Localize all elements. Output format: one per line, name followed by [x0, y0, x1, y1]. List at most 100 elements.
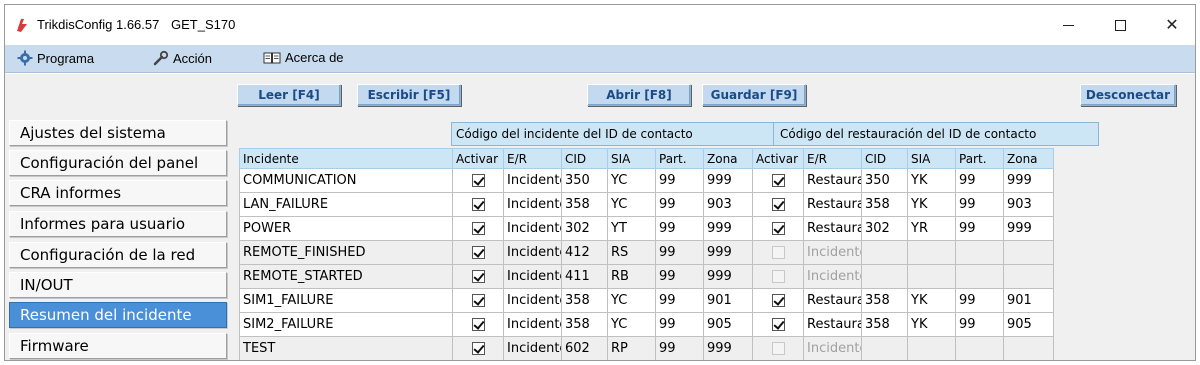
cell-er-rest[interactable]: Restauración	[803, 216, 862, 241]
sidebar-item-configuracion-panel[interactable]: Configuración del panel	[9, 150, 227, 176]
cell-activar[interactable]	[452, 216, 504, 241]
cell-sia[interactable]: YC	[607, 288, 656, 313]
menu-programa[interactable]: Programa	[17, 50, 94, 66]
checkbox[interactable]	[771, 318, 785, 331]
cell-er[interactable]: Incidente	[503, 216, 562, 241]
table-row[interactable]: POWERIncidente302YT99999Restauración302Y…	[239, 216, 1054, 241]
checkbox[interactable]	[471, 246, 485, 259]
cell-sia-rest[interactable]: YK	[907, 168, 956, 193]
sidebar-item-in-out[interactable]: IN/OUT	[9, 272, 227, 298]
checkbox[interactable]	[771, 198, 785, 211]
cell-zona-rest[interactable]: 905	[1003, 312, 1054, 337]
cell-cid[interactable]: 412	[561, 240, 608, 265]
cell-er-rest[interactable]: Restauración	[803, 168, 862, 193]
cell-sia-rest[interactable]: YK	[907, 312, 956, 337]
checkbox[interactable]	[471, 174, 485, 187]
cell-sia[interactable]: YC	[607, 312, 656, 337]
open-button[interactable]: Abrir [F8]	[587, 84, 691, 106]
cell-cid[interactable]: 358	[561, 192, 608, 217]
checkbox[interactable]	[471, 294, 485, 307]
cell-activar-rest[interactable]	[752, 288, 804, 313]
cell-part[interactable]: 99	[655, 312, 704, 337]
cell-part-rest[interactable]: 99	[955, 192, 1004, 217]
cell-activar[interactable]	[452, 312, 504, 337]
checkbox[interactable]	[471, 270, 485, 283]
cell-zona-rest[interactable]: 903	[1003, 192, 1054, 217]
cell-er-rest[interactable]: Restauración	[803, 288, 862, 313]
menu-accion[interactable]: Acción	[153, 50, 212, 66]
cell-activar[interactable]	[452, 168, 504, 193]
cell-activar[interactable]	[452, 336, 504, 360]
cell-zona[interactable]: 999	[703, 240, 753, 265]
maximize-button[interactable]	[1095, 5, 1145, 45]
cell-part-rest[interactable]: 99	[955, 168, 1004, 193]
checkbox[interactable]	[471, 342, 485, 355]
cell-er[interactable]: Incidente	[503, 288, 562, 313]
cell-cid-rest[interactable]: 350	[861, 168, 908, 193]
table-row[interactable]: TEST Incidente 602 RP 99 999 Incidente	[239, 336, 1054, 360]
cell-part-rest[interactable]: 99	[955, 312, 1004, 337]
cell-cid[interactable]: 411	[561, 264, 608, 289]
cell-part[interactable]: 99	[655, 288, 704, 313]
table-row[interactable]: SIM1_FAILUREIncidente358YC99901Restaurac…	[239, 288, 1054, 313]
cell-activar-rest[interactable]	[752, 312, 804, 337]
cell-cid[interactable]: 358	[561, 288, 608, 313]
checkbox[interactable]	[471, 318, 485, 331]
cell-er[interactable]: Incidente	[503, 264, 562, 289]
sidebar-item-ajustes-sistema[interactable]: Ajustes del sistema	[9, 120, 227, 146]
cell-activar-rest[interactable]	[752, 192, 804, 217]
cell-zona[interactable]: 903	[703, 192, 753, 217]
cell-part[interactable]: 99	[655, 216, 704, 241]
cell-sia-rest[interactable]: YK	[907, 192, 956, 217]
cell-zona[interactable]: 999	[703, 216, 753, 241]
cell-cid[interactable]: 350	[561, 168, 608, 193]
cell-zona-rest[interactable]: 901	[1003, 288, 1054, 313]
checkbox[interactable]	[771, 294, 785, 307]
cell-sia[interactable]: YC	[607, 192, 656, 217]
cell-cid-rest[interactable]: 358	[861, 288, 908, 313]
cell-er-rest[interactable]: Restauración	[803, 192, 862, 217]
cell-cid[interactable]: 302	[561, 216, 608, 241]
cell-cid[interactable]: 602	[561, 336, 608, 360]
cell-er[interactable]: Incidente	[503, 240, 562, 265]
cell-sia[interactable]: RB	[607, 264, 656, 289]
cell-sia[interactable]: RP	[607, 336, 656, 360]
sidebar-item-informes-usuario[interactable]: Informes para usuario	[9, 211, 227, 237]
cell-part-rest[interactable]: 99	[955, 216, 1004, 241]
table-row[interactable]: LAN_FAILUREIncidente358YC99903Restauraci…	[239, 192, 1054, 217]
cell-activar[interactable]	[452, 264, 504, 289]
checkbox[interactable]	[471, 222, 485, 235]
close-button[interactable]: ✕	[1147, 5, 1195, 45]
cell-activar-rest[interactable]	[752, 168, 804, 193]
cell-zona[interactable]: 999	[703, 264, 753, 289]
table-row[interactable]: SIM2_FAILUREIncidente358YC99905Restaurac…	[239, 312, 1054, 337]
cell-zona-rest[interactable]: 999	[1003, 168, 1054, 193]
cell-er-rest[interactable]: Restauración	[803, 312, 862, 337]
sidebar-item-resumen-incidente[interactable]: Resumen del incidente	[9, 302, 227, 328]
cell-part[interactable]: 99	[655, 336, 704, 360]
cell-sia[interactable]: RS	[607, 240, 656, 265]
cell-zona[interactable]: 999	[703, 168, 753, 193]
cell-zona[interactable]: 905	[703, 312, 753, 337]
write-button[interactable]: Escribir [F5]	[357, 84, 461, 106]
cell-activar[interactable]	[452, 192, 504, 217]
checkbox[interactable]	[471, 198, 485, 211]
cell-part[interactable]: 99	[655, 192, 704, 217]
cell-part[interactable]: 99	[655, 264, 704, 289]
cell-cid-rest[interactable]: 302	[861, 216, 908, 241]
cell-er[interactable]: Incidente	[503, 168, 562, 193]
disconnect-button[interactable]: Desconectar	[1080, 84, 1176, 106]
cell-part-rest[interactable]: 99	[955, 288, 1004, 313]
menu-acerca[interactable]: Acerca de	[263, 50, 344, 65]
cell-activar[interactable]	[452, 288, 504, 313]
sidebar-item-configuracion-red[interactable]: Configuración de la red	[9, 242, 227, 268]
cell-part[interactable]: 99	[655, 240, 704, 265]
cell-sia[interactable]: YC	[607, 168, 656, 193]
read-button[interactable]: Leer [F4]	[237, 84, 341, 106]
save-button[interactable]: Guardar [F9]	[702, 84, 806, 106]
cell-sia-rest[interactable]: YK	[907, 288, 956, 313]
cell-activar[interactable]	[452, 240, 504, 265]
cell-sia[interactable]: YT	[607, 216, 656, 241]
cell-zona[interactable]: 901	[703, 288, 753, 313]
cell-cid-rest[interactable]: 358	[861, 312, 908, 337]
